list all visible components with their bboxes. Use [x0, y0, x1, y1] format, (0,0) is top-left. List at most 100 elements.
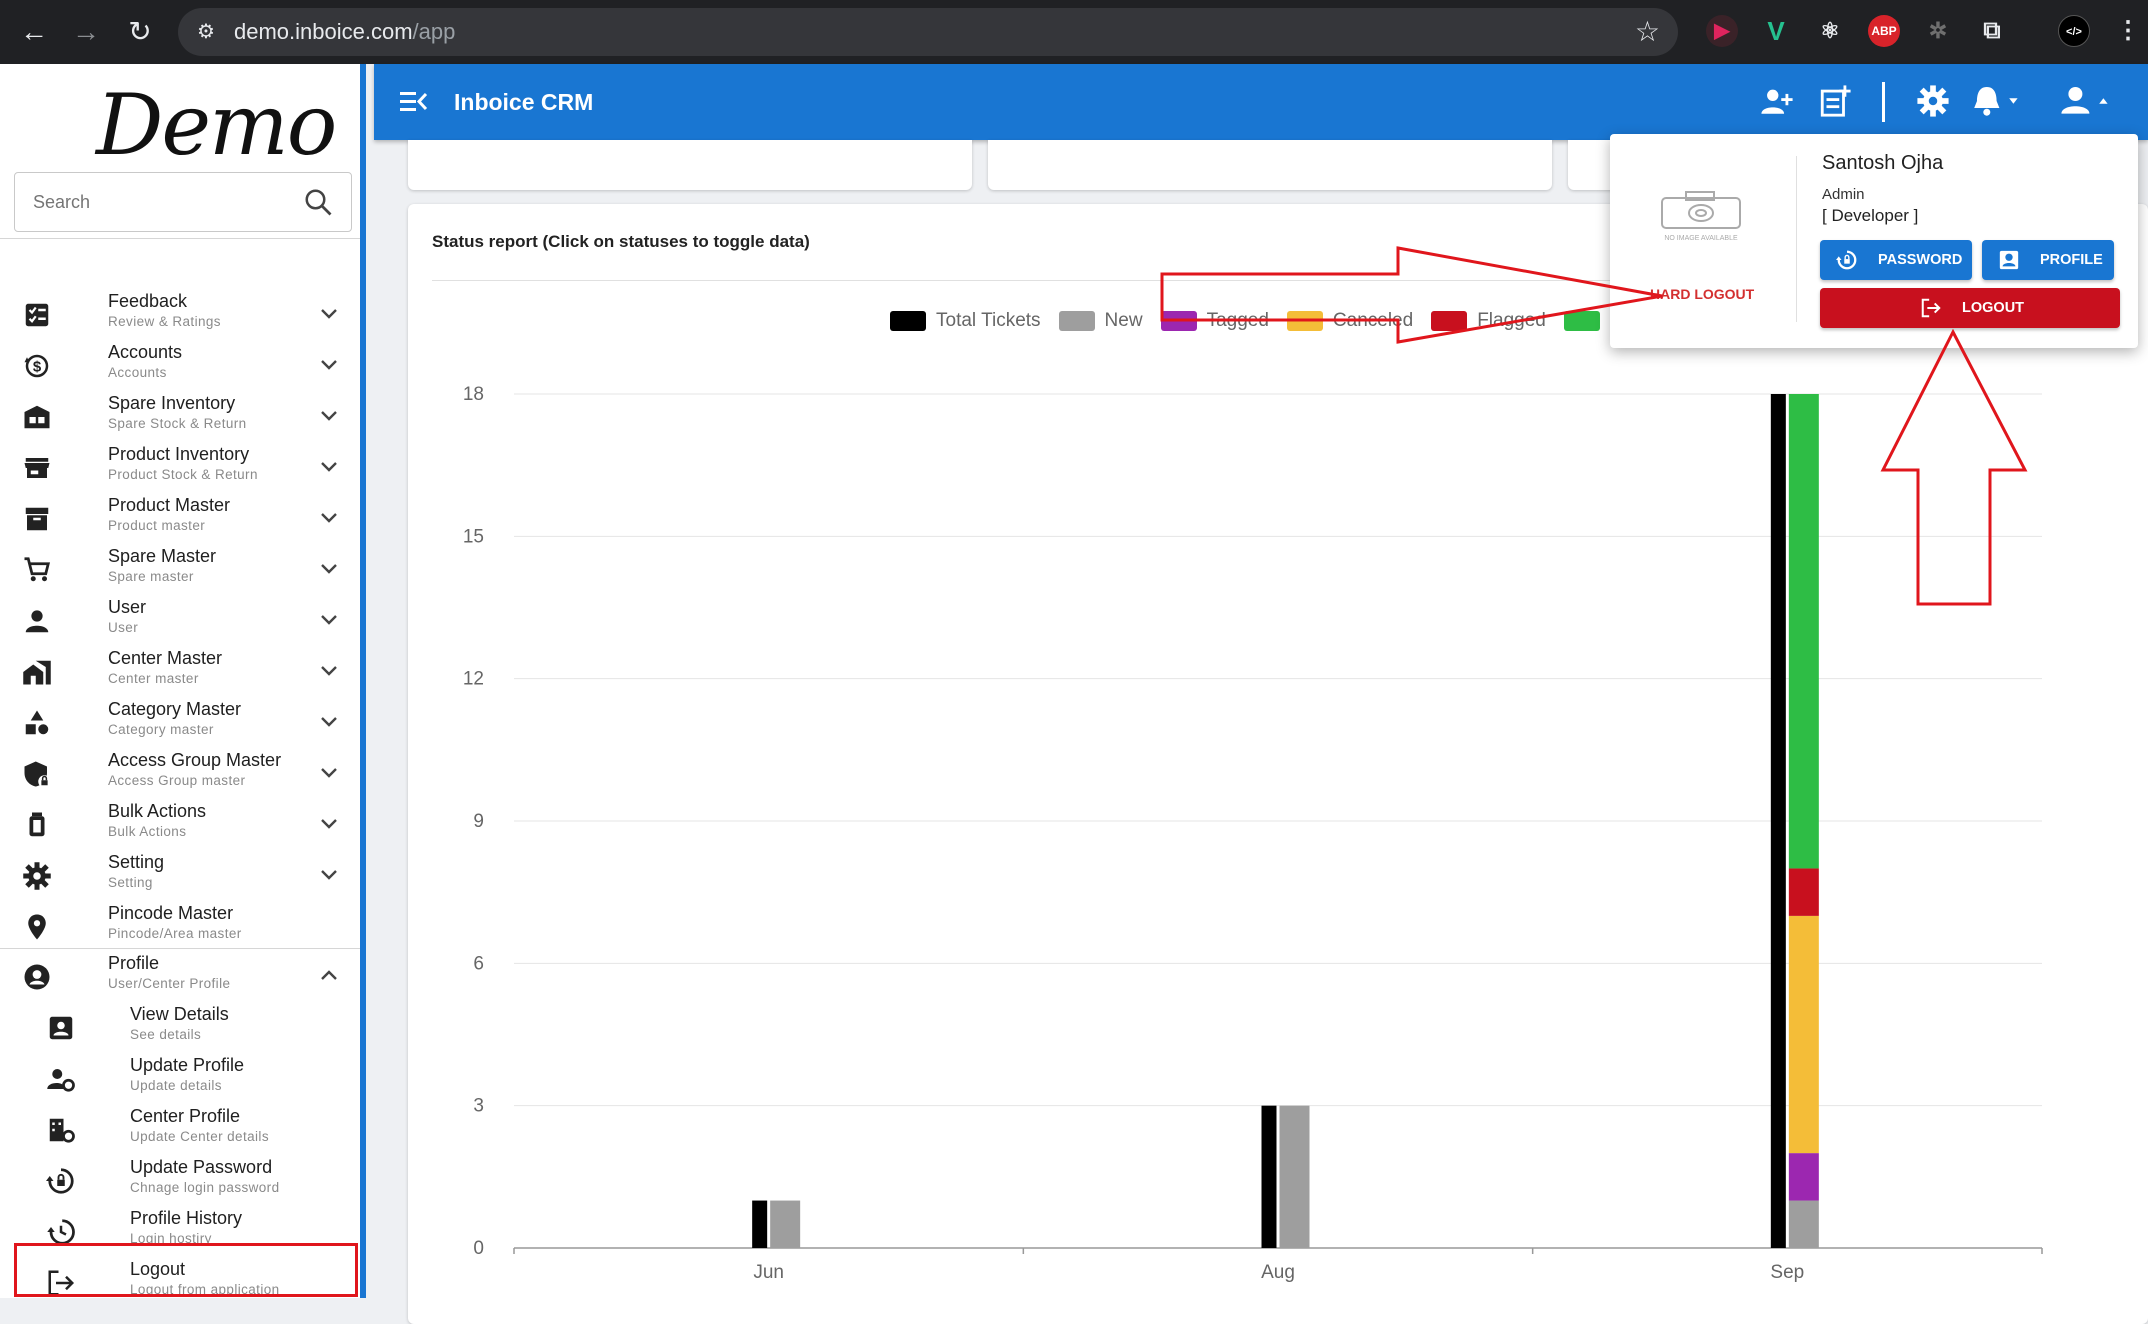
bar-new-sep[interactable] [1788, 1200, 1819, 1248]
sidebar-item-title: Bulk Actions [108, 801, 207, 821]
chevron-down-icon[interactable] [318, 608, 340, 630]
chevron-down-icon[interactable] [318, 404, 340, 426]
chevron-up-icon[interactable] [318, 964, 340, 986]
account-circle-icon [24, 964, 50, 990]
chevron-down-icon[interactable] [318, 761, 340, 783]
sidebar-item-subtitle: User [108, 620, 139, 635]
sidebar-item-bulk-actions[interactable]: Bulk Actions Bulk Actions [0, 798, 360, 849]
sidebar-item-profile[interactable]: Profile User/Center Profile [0, 950, 360, 1001]
bar-total-tickets-aug[interactable] [1261, 1105, 1277, 1248]
bar-tagged-sep[interactable] [1788, 1153, 1819, 1201]
back-arrow-icon[interactable]: ← [18, 16, 50, 48]
bug-extension-icon[interactable]: ✲ [1922, 15, 1954, 47]
lock-reset-icon [46, 1168, 74, 1194]
chevron-down-icon[interactable] [318, 353, 340, 375]
sidebar-item-title: Update Profile [130, 1055, 245, 1075]
sidebar-item-access-group-master[interactable]: Access Group Master Access Group master [0, 747, 360, 798]
user-role: Admin [1822, 186, 1865, 203]
bar-new-aug[interactable] [1279, 1105, 1310, 1248]
sidebar-item-title: Category Master [108, 699, 242, 719]
sidebar-item-title: User [108, 597, 147, 617]
sidebar-item-subtitle: Update details [130, 1078, 222, 1093]
logout-button[interactable]: LOGOUT [1820, 288, 2120, 328]
chevron-down-icon[interactable] [318, 812, 340, 834]
settings-gear-icon[interactable] [1916, 84, 1950, 118]
sidebar-item-subtitle: Accounts [108, 365, 167, 380]
summary-cards [374, 140, 1774, 192]
bar-closed-sep[interactable] [1788, 394, 1819, 869]
browser-menu-icon[interactable]: ⋮ [2112, 15, 2144, 47]
forward-arrow-icon[interactable]: → [70, 16, 102, 48]
profile-button[interactable]: PROFILE [1982, 240, 2114, 280]
sidebar-item-spare-inventory[interactable]: Spare Inventory Spare Stock & Return [0, 390, 360, 441]
sidebar-item-accounts[interactable]: $ Accounts Accounts [0, 339, 360, 390]
sidebar-item-title: Feedback [108, 291, 188, 311]
feedback-icon [25, 303, 49, 327]
sidebar-item-title: Spare Inventory [108, 393, 236, 413]
svg-text:$: $ [33, 359, 42, 376]
code-extension-icon[interactable]: </> [2058, 15, 2090, 47]
vue-extension-icon[interactable]: V [1760, 15, 1792, 47]
bar-canceled-sep[interactable] [1788, 915, 1819, 1154]
gear-icon [23, 862, 51, 890]
sidebar-item-category-master[interactable]: Category Master Category master [0, 696, 360, 747]
search-input[interactable] [15, 173, 285, 231]
sidebar-item-spare-master[interactable]: Spare Master Spare master [0, 543, 360, 594]
bookmark-star-icon[interactable]: ☆ [1635, 16, 1660, 48]
reload-icon[interactable]: ↻ [124, 16, 156, 48]
sidebar-item-center-profile[interactable]: Center Profile Update Center details [0, 1103, 360, 1154]
sidebar-item-update-profile[interactable]: Update Profile Update details [0, 1052, 360, 1103]
y-tick-label: 6 [473, 953, 484, 974]
chevron-down-icon[interactable] [318, 302, 340, 324]
sidebar: Demo Feedback Review & Ratings $ Accounts Ac… [0, 64, 366, 1298]
chevron-down-icon[interactable] [318, 455, 340, 477]
chevron-down-icon[interactable] [318, 557, 340, 579]
add-user-icon[interactable] [1760, 84, 1794, 118]
account-box-icon [1999, 250, 2019, 270]
manage-account-icon [47, 1069, 75, 1092]
sidebar-item-center-master[interactable]: Center Master Center master [0, 645, 360, 696]
adblock-extension-icon[interactable]: ABP [1868, 15, 1900, 47]
menu-collapse-icon[interactable] [398, 88, 430, 116]
sidebar-item-subtitle: Chnage login password [130, 1180, 280, 1195]
hard-logout-link[interactable]: HARD LOGOUT [1650, 286, 1754, 302]
bar-new-jun[interactable] [770, 1200, 801, 1248]
sidebar-item-pincode-master[interactable]: Pincode Master Pincode/Area master [0, 900, 360, 951]
search-icon[interactable] [303, 187, 333, 217]
puzzle-extensions-icon[interactable]: ⧉ [1976, 15, 2008, 47]
contact-card-icon [49, 1016, 73, 1040]
person-icon [25, 610, 49, 633]
add-ticket-icon[interactable] [1818, 84, 1852, 118]
url-path: /app [412, 19, 456, 44]
video-extension-icon[interactable]: ▶ [1706, 15, 1738, 47]
chevron-down-icon[interactable] [318, 659, 340, 681]
chevron-down-icon[interactable] [318, 710, 340, 732]
chevron-down-icon[interactable] [318, 863, 340, 885]
sidebar-item-feedback[interactable]: Feedback Review & Ratings [0, 288, 360, 339]
bar-flagged-sep[interactable] [1788, 868, 1819, 916]
notification-bell-icon[interactable] [1970, 84, 2026, 118]
sidebar-item-product-master[interactable]: Product Master Product master [0, 492, 360, 543]
sidebar-item-title: View Details [130, 1004, 229, 1024]
sidebar-item-product-inventory[interactable]: Product Inventory Product Stock & Return [0, 441, 360, 492]
sidebar-item-subtitle: User/Center Profile [108, 976, 231, 991]
url-text[interactable]: demo.inboice.com/app [234, 8, 455, 56]
bar-total-tickets-jun[interactable] [752, 1200, 768, 1248]
sidebar-item-title: Update Password [130, 1157, 273, 1177]
sidebar-item-view-details[interactable]: View Details See details [0, 1001, 360, 1052]
demo-logo: Demo [96, 76, 337, 174]
user-account-icon[interactable] [2060, 84, 2116, 118]
react-extension-icon[interactable]: ⚛ [1814, 15, 1846, 47]
sidebar-item-subtitle: Pincode/Area master [108, 926, 242, 941]
sidebar-item-setting[interactable]: Setting Setting [0, 849, 360, 900]
bar-total-tickets-sep[interactable] [1770, 394, 1786, 1248]
adblock-label: ABP [1871, 24, 1897, 38]
address-bar[interactable]: ⚙ demo.inboice.com/app ☆ [178, 8, 1678, 56]
site-settings-icon[interactable]: ⚙ [192, 18, 220, 46]
chevron-down-icon[interactable] [318, 506, 340, 528]
sidebar-item-update-password[interactable]: Update Password Chnage login password [0, 1154, 360, 1205]
search-field[interactable] [14, 172, 352, 232]
sidebar-item-user[interactable]: User User [0, 594, 360, 645]
sidebar-item-title: Pincode Master [108, 903, 234, 923]
password-button[interactable]: PASSWORD [1820, 240, 1972, 280]
